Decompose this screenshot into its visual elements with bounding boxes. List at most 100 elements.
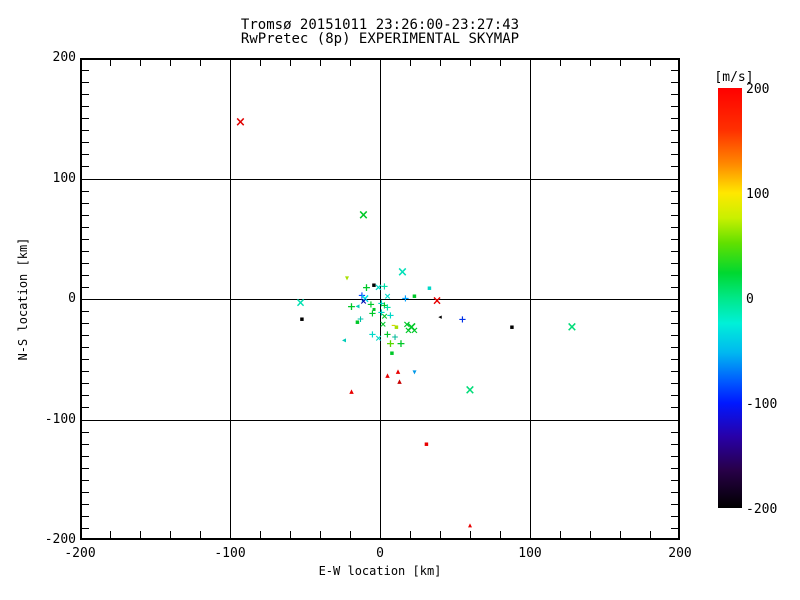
y-tick-label: 100 — [52, 171, 76, 186]
y-minor-tick — [671, 492, 679, 493]
echo-marker: × — [383, 291, 392, 302]
y-minor-tick — [671, 371, 679, 372]
echo-marker: ▪ — [371, 305, 377, 313]
y-minor-tick — [671, 311, 679, 312]
y-minor-tick — [81, 335, 89, 336]
y-minor-tick — [81, 480, 89, 481]
colorbar-tick-label: 0 — [746, 292, 754, 307]
y-minor-tick — [81, 275, 89, 276]
echo-marker: + — [346, 300, 357, 314]
echo-marker: ▴ — [349, 387, 354, 398]
y-minor-tick — [671, 383, 679, 384]
y-minor-tick — [671, 480, 679, 481]
y-minor-tick — [671, 263, 679, 264]
x-minor-tick — [320, 59, 321, 66]
x-minor-tick — [170, 531, 171, 539]
y-minor-tick — [81, 468, 89, 469]
echo-marker: × — [379, 319, 387, 330]
y-minor-tick — [671, 215, 679, 216]
y-minor-tick — [81, 118, 89, 119]
y-minor-tick — [671, 191, 679, 192]
colorbar-tick-label: 200 — [746, 82, 770, 97]
x-minor-tick — [470, 59, 471, 66]
y-minor-tick — [671, 516, 679, 517]
y-minor-tick — [81, 444, 89, 445]
echo-marker: ▾ — [412, 367, 417, 377]
y-minor-tick — [81, 82, 89, 83]
echo-marker: × — [404, 325, 413, 337]
echo-marker: + — [396, 336, 406, 350]
y-minor-tick — [671, 504, 679, 505]
y-minor-tick — [81, 323, 89, 324]
echo-marker: × — [295, 295, 306, 310]
y-minor-tick — [671, 359, 679, 360]
x-minor-tick — [560, 531, 561, 539]
y-minor-tick — [81, 371, 89, 372]
y-minor-tick — [81, 311, 89, 312]
gridline-y--100 — [80, 420, 680, 421]
echo-marker: + — [356, 314, 365, 325]
y-minor-tick — [81, 94, 89, 95]
skymap-page: { "header": { "title_line1": "Tromsø 201… — [0, 0, 800, 600]
y-minor-tick — [671, 239, 679, 240]
x-minor-tick — [290, 531, 291, 539]
echo-marker: × — [235, 115, 246, 131]
y-minor-tick — [671, 528, 679, 529]
y-minor-tick — [81, 407, 89, 408]
y-minor-tick — [671, 118, 679, 119]
y-minor-tick — [81, 492, 89, 493]
echo-marker: × — [431, 293, 443, 308]
x-minor-tick — [620, 59, 621, 66]
y-minor-tick — [81, 347, 89, 348]
y-minor-tick — [671, 468, 679, 469]
x-minor-tick — [110, 531, 111, 539]
colorbar-tick-label: -200 — [746, 502, 778, 517]
echo-marker: × — [397, 264, 408, 280]
y-minor-tick — [671, 456, 679, 457]
y-minor-tick — [671, 323, 679, 324]
y-minor-tick — [671, 395, 679, 396]
y-tick-label: 0 — [68, 291, 76, 306]
echo-marker: × — [374, 334, 383, 345]
echo-marker: – — [391, 320, 396, 331]
x-minor-tick — [260, 531, 261, 539]
x-minor-tick — [350, 531, 351, 539]
echo-marker: ▴ — [385, 371, 390, 382]
y-minor-tick — [81, 203, 89, 204]
x-minor-tick — [650, 531, 651, 539]
y-minor-tick — [671, 347, 679, 348]
y-minor-tick — [81, 504, 89, 505]
x-tick-label: 100 — [518, 546, 542, 561]
x-minor-tick — [620, 531, 621, 539]
x-minor-tick — [560, 59, 561, 66]
x-tick-label: -100 — [214, 546, 246, 561]
y-minor-tick — [81, 142, 89, 143]
y-minor-tick — [671, 444, 679, 445]
x-tick-label: -200 — [64, 546, 96, 561]
echo-marker: ▴ — [397, 377, 402, 388]
y-minor-tick — [671, 166, 679, 167]
colorbar-tick-label: -100 — [746, 397, 778, 412]
y-minor-tick — [671, 275, 679, 276]
y-minor-tick — [671, 82, 679, 83]
x-minor-tick — [410, 59, 411, 66]
y-tick-label: -100 — [44, 412, 76, 427]
x-minor-tick — [440, 59, 441, 66]
y-minor-tick — [81, 263, 89, 264]
echo-marker: ▪ — [299, 314, 305, 323]
echo-marker: ▪ — [412, 291, 417, 300]
y-minor-tick — [671, 203, 679, 204]
velocity-colorbar — [718, 88, 742, 508]
x-tick-label: 0 — [376, 546, 384, 561]
x-minor-tick — [650, 59, 651, 66]
x-minor-tick — [140, 531, 141, 539]
echo-marker: ▪ — [427, 284, 432, 293]
y-minor-tick — [81, 215, 89, 216]
echo-marker: ▪ — [389, 349, 395, 358]
y-axis-title: N-S location [km] — [16, 237, 30, 361]
echo-marker: + — [385, 336, 396, 350]
echo-marker: × — [464, 382, 476, 398]
y-tick-label: 200 — [52, 50, 76, 65]
echo-marker: × — [566, 319, 578, 335]
x-minor-tick — [110, 59, 111, 66]
